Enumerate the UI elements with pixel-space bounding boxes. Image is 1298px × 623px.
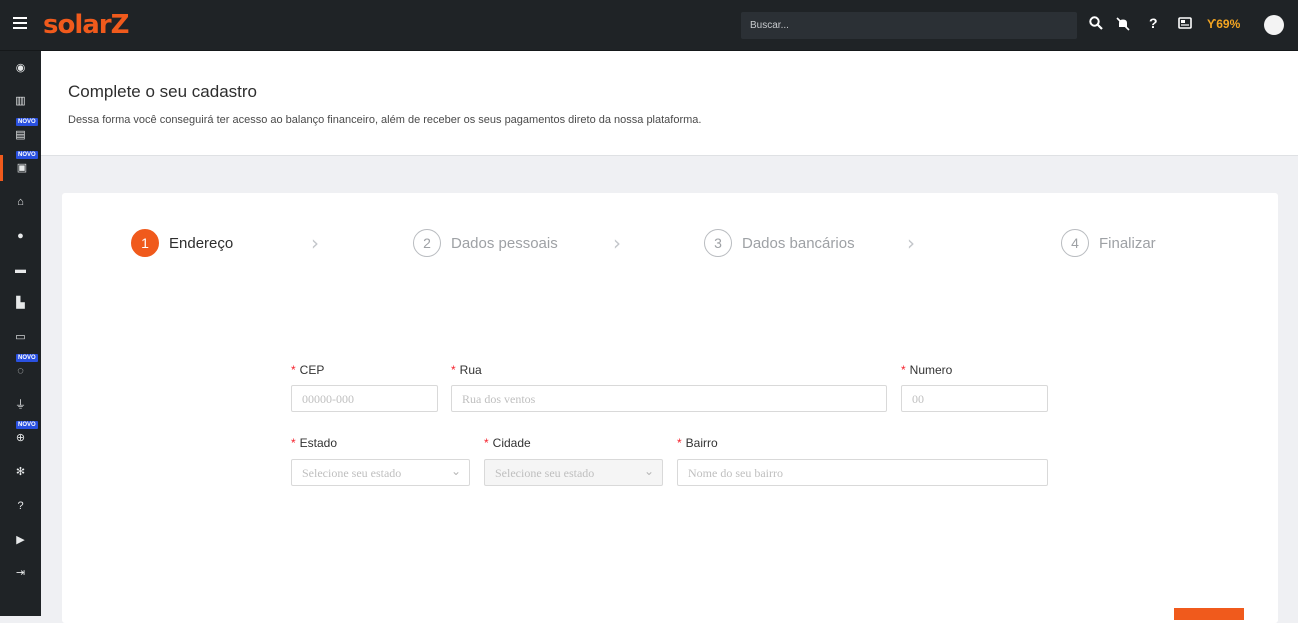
money-icon: ▣: [16, 162, 28, 174]
chevron-right-icon: ›: [907, 231, 915, 255]
home-icon: ⌂: [17, 196, 24, 208]
required-mark: *: [451, 363, 456, 377]
sidebar-item-credit-card[interactable]: ▭: [0, 324, 41, 350]
step-dados-pessoais[interactable]: 2 Dados pessoais: [413, 229, 558, 257]
step-label: Endereço: [169, 234, 234, 252]
help-icon: ?: [17, 500, 24, 512]
page-title: Complete o seu cadastro: [68, 82, 257, 101]
cep-input[interactable]: 00000-000: [291, 385, 438, 412]
gear-icon: ✻: [15, 466, 26, 478]
bairro-label: * Bairro: [677, 436, 718, 450]
sidebar: ◉ ▥ NOVO ▤ NOVO ▣ ⌂ ● ▬ ▙ ▭ NOVO ◌ ⏚ NOVO ⊕ …: [0, 51, 41, 616]
sidebar-item-money[interactable]: NOVO ▣: [0, 151, 41, 181]
sidebar-item-logout[interactable]: ⇥: [0, 560, 41, 586]
plug-icon: ⏚: [15, 399, 26, 411]
help-icon[interactable]: ?: [1149, 15, 1158, 31]
next-button[interactable]: [1174, 608, 1244, 620]
estado-label: * Estado: [291, 436, 338, 450]
sidebar-item-whatsapp[interactable]: NOVO ◌: [0, 354, 41, 384]
estado-select[interactable]: Selecione seu estado ⌄: [291, 459, 470, 486]
sidebar-item-home[interactable]: ⌂: [0, 189, 41, 215]
required-mark: *: [484, 436, 489, 450]
required-mark: *: [291, 436, 296, 450]
required-mark: *: [677, 436, 682, 450]
cep-label: * CEP: [291, 363, 325, 377]
numero-label: * Numero: [901, 363, 953, 377]
new-badge: NOVO: [16, 421, 38, 429]
app-logo[interactable]: solarZ: [43, 10, 129, 40]
new-badge: NOVO: [16, 151, 38, 159]
chevron-down-icon: ⌄: [643, 464, 654, 478]
sidebar-item-plug[interactable]: ⏚: [0, 392, 41, 418]
file-export-icon: ▶: [16, 534, 25, 546]
cidade-select[interactable]: Selecione seu estado ⌄: [484, 459, 663, 486]
step-finalizar[interactable]: 4 Finalizar: [1061, 229, 1156, 257]
step-number: 3: [704, 229, 732, 257]
chevron-right-icon: ›: [311, 231, 319, 255]
rua-input[interactable]: Rua dos ventos: [451, 385, 887, 412]
sidebar-item-chart[interactable]: ▙: [0, 290, 41, 316]
score-value: 69%: [1216, 17, 1241, 31]
top-bar: solarZ Buscar... ? ϒ69%: [0, 0, 1298, 51]
news-icon[interactable]: [1178, 17, 1192, 29]
search-icon[interactable]: [1089, 16, 1103, 30]
step-label: Finalizar: [1099, 234, 1156, 252]
notifications-off-icon[interactable]: [1116, 17, 1130, 31]
new-badge: NOVO: [16, 354, 38, 362]
step-dados-bancarios[interactable]: 3 Dados bancários: [704, 229, 855, 257]
step-label: Dados pessoais: [451, 234, 558, 252]
credit-card-icon: ▭: [15, 331, 26, 343]
sidebar-item-columns[interactable]: ▥: [0, 88, 41, 114]
sidebar-item-document[interactable]: NOVO ▤: [0, 118, 41, 148]
new-badge: NOVO: [16, 118, 38, 126]
dashboard-icon: ◉: [15, 62, 26, 74]
menu-icon[interactable]: [13, 17, 27, 29]
step-endereco[interactable]: 1 Endereço: [131, 229, 233, 257]
medal-score[interactable]: ϒ69%: [1207, 17, 1240, 31]
document-icon: ▤: [15, 129, 26, 141]
required-mark: *: [291, 363, 296, 377]
whatsapp-icon: ◌: [17, 365, 24, 377]
card-icon: ▬: [15, 264, 26, 276]
sidebar-item-settings[interactable]: ✻: [0, 459, 41, 485]
avatar[interactable]: [1264, 15, 1284, 35]
step-number: 2: [413, 229, 441, 257]
numero-input[interactable]: 00: [901, 385, 1048, 412]
registration-card: 1 Endereço › 2 Dados pessoais › 3 Dados …: [62, 193, 1278, 623]
chevron-right-icon: ›: [613, 231, 621, 255]
search-input[interactable]: Buscar...: [741, 12, 1077, 39]
estado-select-value: Selecione seu estado: [302, 466, 402, 480]
sidebar-item-dashboard[interactable]: ◉: [0, 55, 41, 81]
step-number: 4: [1061, 229, 1089, 257]
sidebar-item-help[interactable]: ?: [0, 493, 41, 519]
user-icon: ●: [17, 230, 24, 242]
sidebar-item-card[interactable]: ▬: [0, 257, 41, 283]
sidebar-item-file-export[interactable]: ▶: [0, 527, 41, 553]
page-subtitle: Dessa forma você conseguirá ter acesso a…: [68, 114, 702, 126]
columns-icon: ▥: [15, 95, 26, 107]
cidade-select-value: Selecione seu estado: [495, 466, 595, 480]
page-header: Complete o seu cadastro Dessa forma você…: [41, 51, 1298, 156]
cidade-label: * Cidade: [484, 436, 531, 450]
step-label: Dados bancários: [742, 234, 855, 252]
sidebar-item-user[interactable]: ●: [0, 223, 41, 249]
sidebar-item-search-plus[interactable]: NOVO ⊕: [0, 421, 41, 451]
rua-label: * Rua: [451, 363, 482, 377]
chart-icon: ▙: [16, 297, 25, 309]
bairro-input[interactable]: Nome do seu bairro: [677, 459, 1048, 486]
required-mark: *: [901, 363, 906, 377]
search-plus-icon: ⊕: [15, 432, 26, 444]
step-number: 1: [131, 229, 159, 257]
logout-icon: ⇥: [15, 567, 26, 579]
chevron-down-icon: ⌄: [450, 464, 461, 478]
medal-icon: ϒ: [1207, 17, 1217, 31]
